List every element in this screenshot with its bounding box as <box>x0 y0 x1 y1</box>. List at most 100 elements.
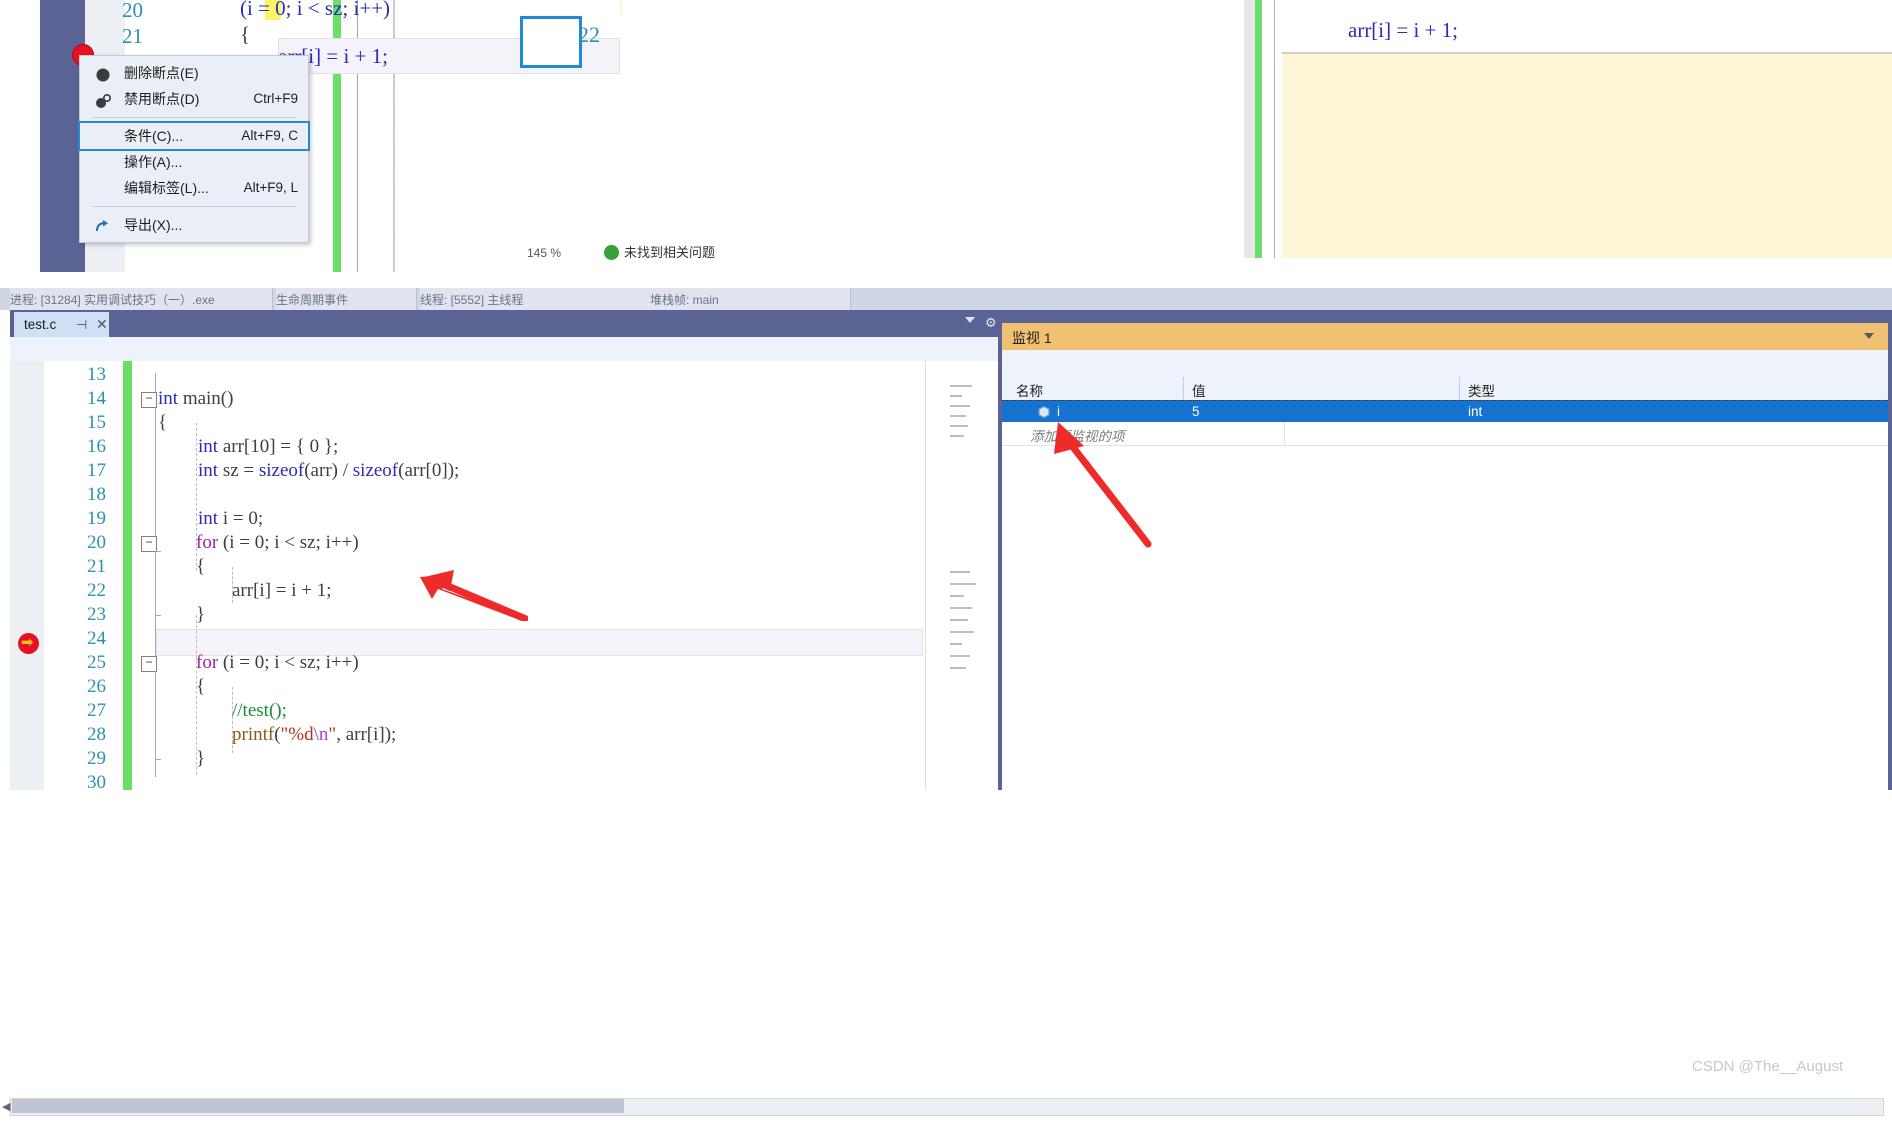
editor-pane: test.c ⊣ ✕ ⚙ 实用调试技巧（一） (全局范围) main() <box>10 310 1892 835</box>
breakpoint-context-menu[interactable]: 删除断点(E) 禁用断点(D) Ctrl+F9 条件(C)... Alt+F9,… <box>78 55 310 243</box>
breakpoint-settings-overlay: 20 21 22 (i = 0; i < sz; i++) { arr[i] =… <box>0 0 1892 310</box>
issue-status-text: 未找到相关问题 <box>624 245 716 260</box>
pin-icon[interactable]: ⊣ <box>76 317 87 333</box>
watch-grid[interactable]: 名称 值 类型 i 5 int 添加要监视的项 <box>1002 377 1888 790</box>
watch-row-name: i <box>1057 404 1060 419</box>
editor-tab-test-c[interactable]: test.c ⊣ ✕ <box>14 312 109 337</box>
breakpoint-gutter[interactable] <box>10 361 44 790</box>
hollow-circle-icon <box>94 91 112 108</box>
add-watch-placeholder: 添加要监视的项 <box>1030 429 1125 444</box>
add-watch-row[interactable]: 添加要监视的项 <box>1002 422 1888 446</box>
scroll-left-icon[interactable]: ◀ <box>2 1100 10 1113</box>
chevron-down-icon-pane[interactable] <box>965 317 975 323</box>
scope-rail <box>155 373 156 673</box>
breakpoint-settings-panel: 位置: test.c，行: 22，必须匹配源 条件 条件表达式 为 true i… <box>1282 54 1892 258</box>
line-number: 14 <box>87 388 106 409</box>
top-line-number-21: 21 <box>122 24 143 48</box>
line-number: 27 <box>87 700 106 721</box>
menu-item-edit-labels[interactable]: 编辑标签(L)... Alt+F9, L <box>80 175 308 201</box>
indent-guide <box>232 567 233 603</box>
horizontal-scrollbar-thumb[interactable] <box>12 1099 624 1113</box>
watch-column-header-row: 名称 值 类型 <box>1002 377 1888 401</box>
indent-guide <box>196 423 197 571</box>
no-issues-icon <box>604 245 619 260</box>
line-number: 19 <box>87 508 106 529</box>
indent-guide <box>196 615 197 775</box>
execution-pointer-icon[interactable]: ➡ <box>18 633 39 654</box>
top-line-number-20: 20 <box>122 0 143 22</box>
peek-gutter-left <box>1244 0 1255 258</box>
peek-divider <box>1274 0 1275 258</box>
menu-separator <box>92 117 296 118</box>
menu-item-delete-breakpoint[interactable]: 删除断点(E) <box>80 60 308 86</box>
peek-change-bar <box>1255 0 1262 258</box>
watch-title-bar[interactable]: 监视 1 <box>1002 323 1888 350</box>
menu-item-shortcut: Ctrl+F9 <box>253 91 298 106</box>
menu-item-label: 编辑标签(L)... <box>124 180 209 196</box>
tab-filename: test.c <box>24 317 57 332</box>
menu-item-export[interactable]: 导出(X)... <box>80 212 308 238</box>
column-header-value[interactable]: 值 <box>1192 380 1206 400</box>
line-number: 15 <box>87 412 106 433</box>
peek-gutter-pad <box>1262 0 1274 258</box>
zoom-level-indicator[interactable]: 145 % <box>527 246 561 260</box>
line-number: 26 <box>87 676 106 697</box>
column-header-name[interactable]: 名称 <box>1016 380 1043 400</box>
line-number: 21 <box>87 556 106 577</box>
column-header-type[interactable]: 类型 <box>1468 380 1495 400</box>
watch-row-type: int <box>1468 404 1483 419</box>
code-editor-area[interactable]: 13 14 − int main() 15 { 16 int arr[10] =… <box>10 361 998 793</box>
watch-window: 监视 1 搜索(Ctrl+E) 🔍 ← → 搜索深度: 3 名称 值 类型 <box>998 310 1892 790</box>
pin-icon-pane[interactable]: ⚙ <box>985 315 997 331</box>
top-code-line-20: (i = 0; i < sz; i++) <box>240 0 391 20</box>
scope-rail-tick-3 <box>155 759 161 760</box>
fold-toggle-for-2[interactable]: − <box>141 656 157 672</box>
menu-item-label: 条件(C)... <box>124 128 184 144</box>
menu-separator-2 <box>92 206 296 207</box>
line-number: 16 <box>87 436 106 457</box>
watermark: CSDN @The__August <box>1692 1058 1844 1075</box>
chevron-down-icon-watch[interactable] <box>1864 333 1874 339</box>
ide-window: test.c ⊣ ✕ ⚙ 实用调试技巧（一） (全局范围) main() <box>10 310 1892 835</box>
menu-item-shortcut: Alt+F9, C <box>241 128 298 143</box>
variable-icon <box>1037 405 1051 419</box>
menu-item-label: 删除断点(E) <box>124 65 199 81</box>
menu-item-label: 禁用断点(D) <box>124 91 200 107</box>
menu-item-action[interactable]: 操作(A)... <box>80 149 308 175</box>
editor-tab-bar: test.c ⊣ ✕ ⚙ <box>10 310 998 337</box>
close-icon[interactable]: ✕ <box>96 316 108 333</box>
line-number: 28 <box>87 724 106 745</box>
indent-guide <box>232 687 233 753</box>
arrow-glyph: ➡ <box>21 634 34 651</box>
peek-code-text: arr[i] = i + 1; <box>1348 18 1458 42</box>
column-divider-1[interactable] <box>1183 377 1184 400</box>
top-code-line-21: { <box>240 22 251 46</box>
fold-toggle-main[interactable]: − <box>141 392 157 408</box>
line-number: 13 <box>87 364 106 385</box>
scope-rail-tick-2 <box>155 615 161 616</box>
watch-toolbar: 搜索(Ctrl+E) 🔍 ← → 搜索深度: 3 <box>1002 350 1888 454</box>
line-number: 24 <box>87 628 106 649</box>
selected-line-number: 22 <box>578 22 600 47</box>
scope-rail-2 <box>155 671 156 777</box>
menu-item-disable-breakpoint[interactable]: 禁用断点(D) Ctrl+F9 <box>80 86 308 112</box>
fold-toggle-for-1[interactable]: − <box>141 536 157 552</box>
watch-title-label: 监视 1 <box>1012 330 1052 346</box>
line-number: 17 <box>87 460 106 481</box>
table-row[interactable]: i 5 int <box>1002 400 1888 424</box>
menu-item-condition[interactable]: 条件(C)... Alt+F9, C <box>78 121 310 151</box>
menu-item-label: 操作(A)... <box>124 154 183 170</box>
menu-item-label: 导出(X)... <box>124 217 183 233</box>
code-minimap[interactable]: ▲ ▼ <box>925 361 1892 835</box>
conditional-breakpoint-highlight-box <box>520 16 1072 78</box>
export-arrow-icon <box>94 217 112 233</box>
change-bar <box>123 361 132 790</box>
filled-circle-icon <box>94 65 112 82</box>
line-number: 20 <box>87 532 106 553</box>
line-number-current: 22 <box>87 580 106 601</box>
watch-row-value[interactable]: 5 <box>1192 404 1200 419</box>
column-divider-2[interactable] <box>1459 377 1460 400</box>
menu-item-shortcut: Alt+F9, L <box>243 180 298 195</box>
page-background <box>0 790 1892 1124</box>
add-row-divider <box>1284 422 1285 445</box>
